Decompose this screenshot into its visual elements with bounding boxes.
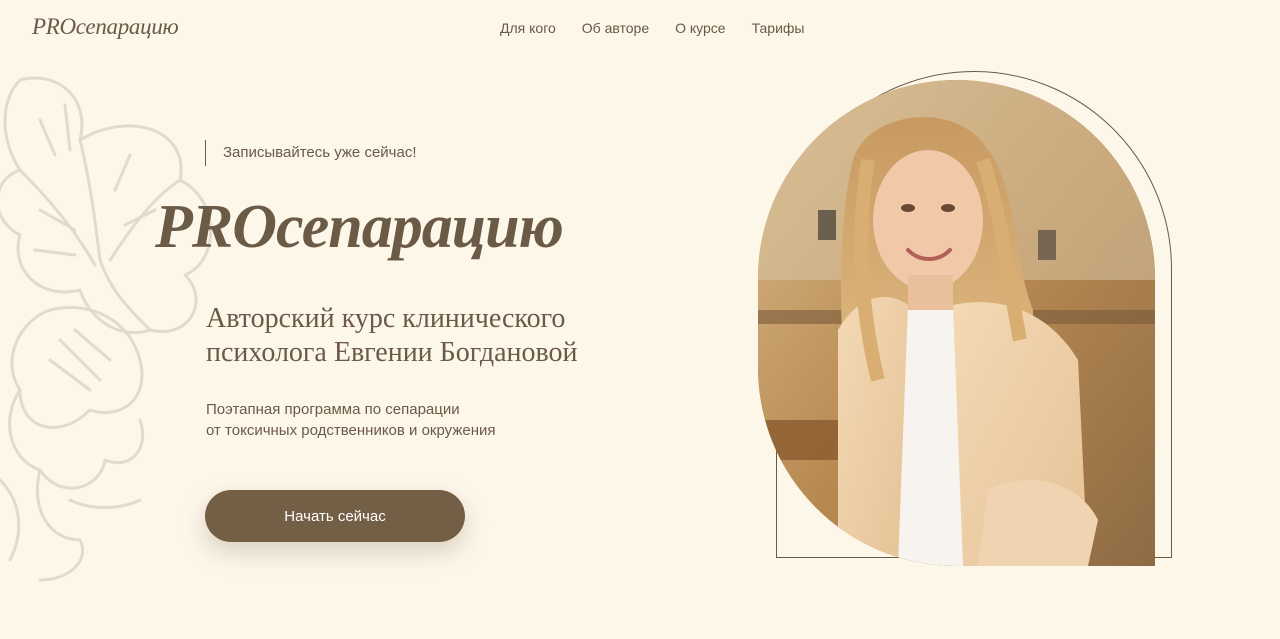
hero-description-line: Поэтапная программа по сепарации: [206, 401, 460, 418]
hero-tagline: Записывайтесь уже сейчас!: [205, 140, 417, 166]
landing-page: PROсепарацию Для кого Об авторе О курсе …: [0, 0, 1280, 639]
logo[interactable]: PROсепарацию: [32, 14, 179, 40]
nav-link-pricing[interactable]: Тарифы: [752, 20, 805, 36]
hero-description: Поэтапная программа по сепарации от токс…: [206, 399, 606, 441]
nav-link-about-course[interactable]: О курсе: [675, 20, 725, 36]
main-nav: Для кого Об авторе О курсе Тарифы: [500, 20, 805, 36]
hero-subtitle-line: психолога Евгении Богдановой: [206, 337, 578, 368]
hero-subtitle-line: Авторский курс клинического: [206, 303, 566, 334]
nav-link-for-whom[interactable]: Для кого: [500, 20, 556, 36]
author-photo: [758, 80, 1155, 566]
nav-link-about-author[interactable]: Об авторе: [582, 20, 649, 36]
hero-description-line: от токсичных родственников и окружения: [206, 422, 496, 439]
hero-title: PROсепарацию: [155, 193, 564, 261]
hero-subtitle: Авторский курс клинического психолога Ев…: [206, 302, 676, 370]
start-now-button[interactable]: Начать сейчас: [205, 490, 465, 542]
